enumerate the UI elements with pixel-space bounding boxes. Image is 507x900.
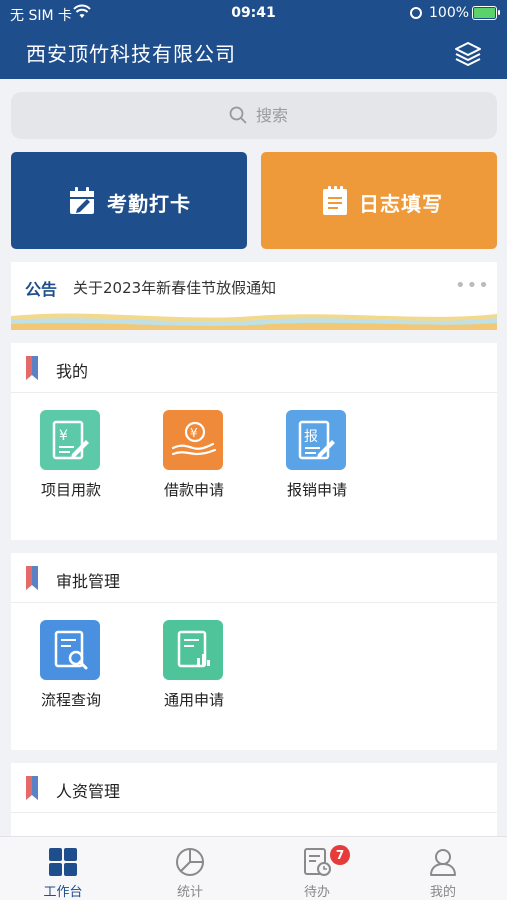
section-mine: 我的 ¥ 项目用款 ¥ 借款申请 报 报销申请 (11, 343, 497, 540)
battery-icon (472, 6, 500, 20)
battery-percent: 100% (429, 5, 470, 21)
tab-bar: 工作台 统计 待办 我的 (0, 836, 507, 900)
bookmark-icon (25, 356, 39, 384)
loan-hand-icon: ¥ (163, 410, 223, 470)
svg-text:¥: ¥ (59, 428, 68, 444)
notice-tag: 公告 (25, 280, 58, 299)
notice-text[interactable]: 关于2023年新春佳节放假通知 (73, 277, 276, 298)
doc-chart-icon (163, 620, 223, 680)
tab-label: 我的 (429, 885, 456, 900)
tile-label: 报销申请 (286, 481, 347, 499)
section-header: 审批管理 (11, 553, 497, 603)
notice-banner[interactable]: 公告 关于2023年新春佳节放假通知 ••• (11, 262, 497, 330)
pie-chart-icon (175, 847, 205, 877)
search-icon (229, 106, 247, 128)
tile-process-query[interactable]: 流程查询 (26, 620, 116, 720)
calendar-edit-icon (67, 185, 99, 221)
section-hr: 人资管理 (11, 763, 497, 836)
tab-label: 统计 (176, 885, 203, 900)
svg-text:¥: ¥ (190, 426, 198, 440)
tile-project-payment[interactable]: ¥ 项目用款 (26, 410, 116, 510)
tab-label: 工作台 (43, 885, 83, 900)
section-title: 我的 (56, 362, 89, 381)
tab-statistics[interactable]: 统计 (140, 837, 240, 900)
bookmark-icon (25, 566, 39, 594)
user-icon (428, 847, 458, 877)
tab-todo[interactable]: 待办 (267, 837, 367, 900)
grid-icon (48, 847, 78, 877)
search-input[interactable] (256, 102, 376, 128)
more-icon[interactable]: ••• (455, 275, 490, 296)
tile-label: 通用申请 (163, 691, 224, 709)
todo-clock-icon (302, 847, 332, 877)
svg-text:报: 报 (304, 429, 318, 445)
daily-log-button[interactable]: 日志填写 (261, 152, 497, 249)
section-title: 审批管理 (56, 572, 121, 591)
section-title: 人资管理 (56, 782, 121, 801)
daily-log-label: 日志填写 (359, 192, 443, 216)
status-bar: 无 SIM 卡 09:41 100% (0, 0, 507, 28)
tab-label: 待办 (303, 885, 330, 900)
search-bar[interactable] (11, 92, 497, 139)
tile-label: 项目用款 (40, 481, 101, 499)
notice-wave-decoration (11, 313, 497, 330)
attendance-button[interactable]: 考勤打卡 (11, 152, 247, 249)
tab-me[interactable]: 我的 (393, 837, 493, 900)
tile-loan-request[interactable]: ¥ 借款申请 (149, 410, 239, 510)
top-bar: 无 SIM 卡 09:41 100% 西安顶竹科技有限公司 (0, 0, 507, 79)
layers-icon[interactable] (453, 40, 483, 68)
todo-badge: 7 (330, 845, 350, 865)
bookmark-icon (25, 776, 39, 804)
doc-search-icon (40, 620, 100, 680)
project-payment-icon: ¥ (40, 410, 100, 470)
company-title: 西安顶竹科技有限公司 (26, 42, 236, 66)
section-header: 我的 (11, 343, 497, 393)
orientation-lock-icon (410, 7, 422, 19)
tile-label: 借款申请 (163, 481, 224, 499)
tab-workbench[interactable]: 工作台 (13, 837, 113, 900)
tile-reimburse[interactable]: 报 报销申请 (272, 410, 362, 510)
attendance-label: 考勤打卡 (107, 192, 191, 216)
notebook-icon (319, 185, 351, 221)
section-header: 人资管理 (11, 763, 497, 813)
section-approval: 审批管理 流程查询 通用申请 (11, 553, 497, 750)
reimburse-icon: 报 (286, 410, 346, 470)
tile-general-request[interactable]: 通用申请 (149, 620, 239, 720)
tile-label: 流程查询 (40, 691, 101, 709)
